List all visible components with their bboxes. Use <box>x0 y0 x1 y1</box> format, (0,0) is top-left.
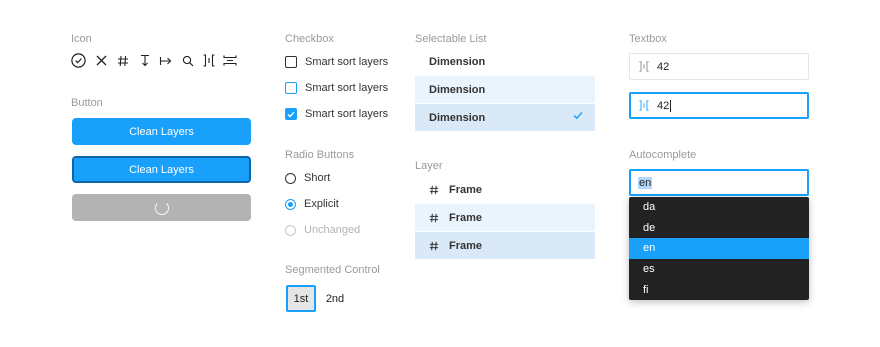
checkbox-label: Smart sort layers <box>305 108 389 120</box>
segment-1st[interactable]: 1st <box>286 285 316 312</box>
layer-item-label: Frame <box>449 211 483 224</box>
text-caret <box>670 99 672 112</box>
checkbox-box[interactable] <box>285 56 297 68</box>
hash-icon <box>115 53 130 68</box>
menu-option-en[interactable]: en <box>629 238 809 259</box>
radio-label: Unchanged <box>304 224 361 236</box>
vertical-resize-icon <box>137 53 152 68</box>
textbox-focused[interactable]: 42 <box>629 92 809 119</box>
radio-unchanged: Unchanged <box>285 222 360 238</box>
check-icon <box>573 111 583 123</box>
radio-label: Explicit <box>304 198 339 210</box>
spinner-icon <box>154 200 169 215</box>
vertical-spacing-icon <box>222 53 237 68</box>
list-item-dimension-3[interactable]: Dimension <box>415 104 595 131</box>
arrow-right-bar-icon <box>158 53 173 68</box>
autocomplete-value: en <box>638 176 653 189</box>
checkbox-smart-sort-3[interactable]: Smart sort layers <box>285 106 388 122</box>
checkbox-box-checked[interactable] <box>285 108 297 120</box>
menu-option-es[interactable]: es <box>629 259 809 280</box>
checkbox-smart-sort-1[interactable]: Smart sort layers <box>285 54 388 70</box>
layer-item-label: Frame <box>449 183 483 196</box>
icon-section-title: Icon <box>71 33 92 45</box>
textbox-value: 42 <box>657 60 670 73</box>
checkmark-icon <box>287 111 295 118</box>
textbox-default[interactable]: 42 <box>629 53 809 80</box>
segment-2nd[interactable]: 2nd <box>320 285 350 312</box>
autocomplete-input[interactable]: en <box>629 169 809 196</box>
list-item-dimension-2[interactable]: Dimension <box>415 76 595 103</box>
clean-layers-button[interactable]: Clean Layers <box>72 118 251 145</box>
button-section-title: Button <box>71 97 103 109</box>
layer-item-label: Frame <box>449 239 483 252</box>
checkbox-section-title: Checkbox <box>285 33 334 45</box>
radio-short[interactable]: Short <box>285 170 330 186</box>
list-item-label: Dimension <box>429 111 486 124</box>
radio-label: Short <box>304 172 331 184</box>
check-circle-icon <box>71 53 86 68</box>
textbox-section-title: Textbox <box>629 33 667 45</box>
checkbox-label: Smart sort layers <box>305 56 389 68</box>
menu-option-da[interactable]: da <box>629 197 809 218</box>
search-icon <box>180 53 195 68</box>
autocomplete-menu: da de en es fi <box>629 197 809 300</box>
radio-explicit[interactable]: Explicit <box>285 196 339 212</box>
loading-button[interactable] <box>72 194 251 221</box>
checkbox-label: Smart sort layers <box>305 82 389 94</box>
autocomplete-section-title: Autocomplete <box>629 149 697 161</box>
icon-row <box>71 53 243 68</box>
textbox-value: 42 <box>657 99 670 112</box>
list-item-label: Dimension <box>429 83 486 96</box>
layer-item-frame-3[interactable]: Frame <box>415 232 595 259</box>
radio-dot <box>288 201 293 207</box>
close-icon <box>94 53 109 68</box>
list-item-dimension-1[interactable]: Dimension <box>415 48 595 75</box>
checkbox-smart-sort-2[interactable]: Smart sort layers <box>285 80 388 96</box>
layer-item-frame-2[interactable]: Frame <box>415 204 595 231</box>
radio-circle[interactable] <box>285 172 296 184</box>
menu-option-fi[interactable]: fi <box>629 279 809 300</box>
layer-item-frame-1[interactable]: Frame <box>415 176 595 203</box>
frame-icon <box>429 185 439 195</box>
radio-section-title: Radio Buttons <box>285 149 355 161</box>
clean-layers-button-focused[interactable]: Clean Layers <box>72 156 251 183</box>
horizontal-spacing-icon <box>638 61 650 72</box>
frame-icon <box>429 213 439 223</box>
segmented-control: 1st 2nd <box>286 285 354 312</box>
segmented-section-title: Segmented Control <box>285 264 380 276</box>
radio-circle-selected[interactable] <box>285 198 296 210</box>
radio-circle-disabled <box>285 224 296 236</box>
horizontal-spacing-icon <box>638 100 650 111</box>
frame-icon <box>429 241 439 251</box>
checkbox-box[interactable] <box>285 82 297 94</box>
list-item-label: Dimension <box>429 55 486 68</box>
selectable-list-title: Selectable List <box>415 33 487 45</box>
horizontal-spacing-icon <box>201 53 216 68</box>
menu-option-de[interactable]: de <box>629 218 809 239</box>
layer-section-title: Layer <box>415 160 443 172</box>
